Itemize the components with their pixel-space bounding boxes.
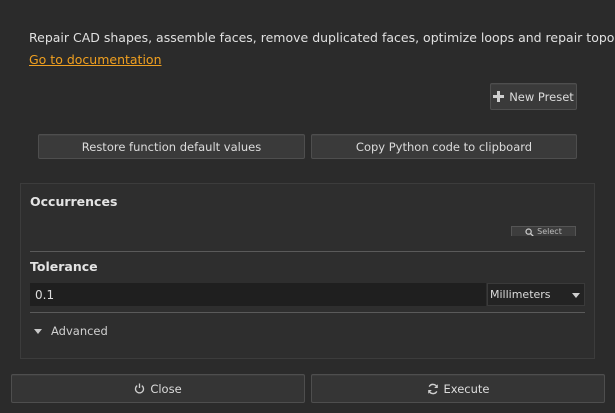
execute-label: Execute: [443, 381, 490, 396]
divider: [30, 312, 585, 313]
chevron-down-icon: [572, 293, 580, 298]
refresh-icon: [427, 383, 439, 395]
copy-python-button[interactable]: Copy Python code to clipboard: [311, 134, 577, 159]
close-label: Close: [150, 381, 182, 396]
occurrences-select-button[interactable]: Select: [511, 226, 576, 236]
execute-button[interactable]: Execute: [311, 374, 605, 403]
advanced-label: Advanced: [51, 324, 108, 338]
power-icon: [134, 383, 145, 394]
function-description: Repair CAD shapes, assemble faces, remov…: [29, 30, 615, 45]
new-preset-label: New Preset: [509, 89, 574, 104]
occurrences-select-label: Select: [537, 227, 562, 236]
dialog: Repair CAD shapes, assemble faces, remov…: [0, 0, 615, 413]
tolerance-unit-value: Millimeters: [490, 288, 551, 301]
tolerance-title: Tolerance: [30, 259, 98, 274]
close-button[interactable]: Close: [11, 374, 305, 403]
search-icon: [525, 228, 535, 236]
restore-defaults-label: Restore function default values: [81, 139, 262, 154]
new-preset-button[interactable]: New Preset: [490, 83, 577, 110]
documentation-link[interactable]: Go to documentation: [29, 52, 162, 67]
plus-icon: [493, 91, 505, 102]
triangle-down-icon: [34, 328, 42, 334]
restore-defaults-button[interactable]: Restore function default values: [38, 134, 305, 159]
occurrences-title: Occurrences: [30, 194, 118, 209]
advanced-toggle[interactable]: Advanced: [34, 324, 108, 338]
tolerance-input[interactable]: [30, 283, 486, 306]
divider: [30, 251, 585, 252]
copy-python-label: Copy Python code to clipboard: [355, 139, 533, 154]
tolerance-unit-select[interactable]: Millimeters: [487, 283, 585, 306]
